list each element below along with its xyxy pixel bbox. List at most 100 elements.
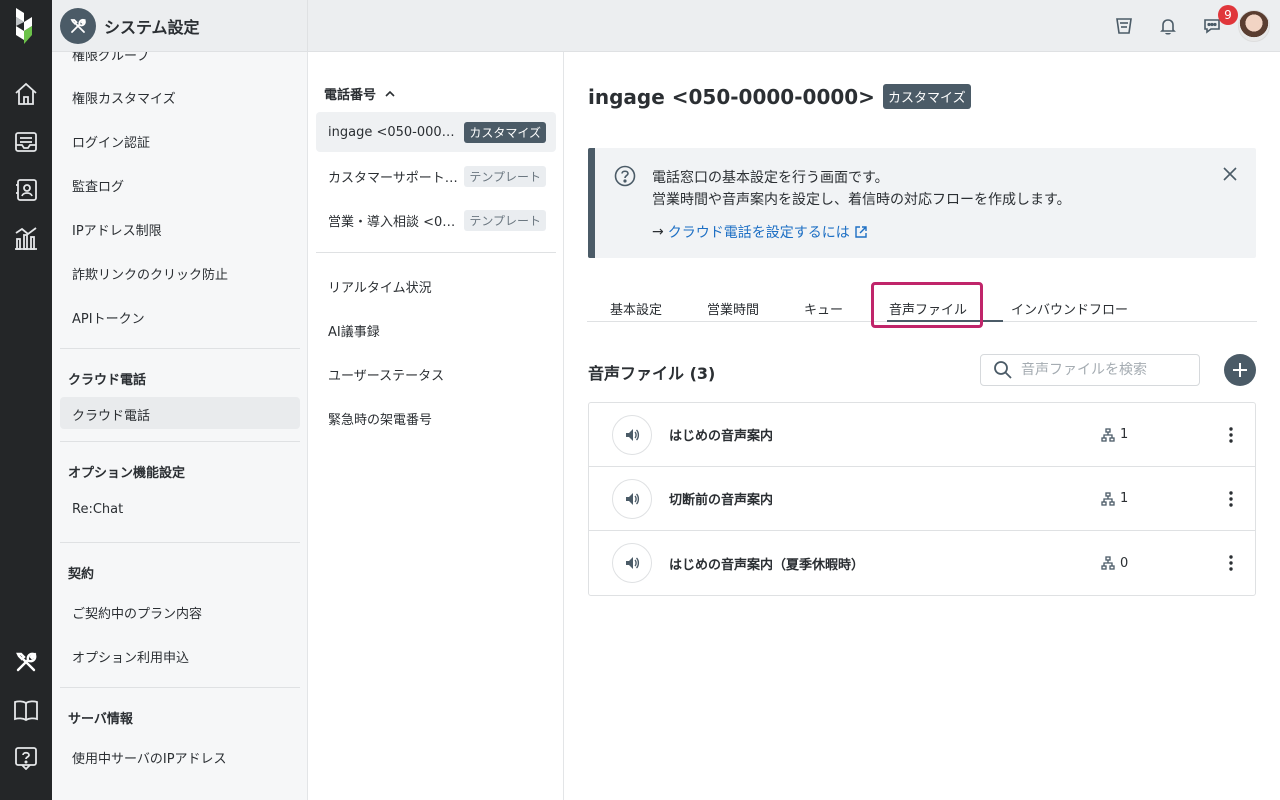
page-title: システム設定 [104, 18, 200, 37]
close-icon[interactable] [1222, 166, 1238, 182]
midcol-link-ai-minutes[interactable]: AI議事録 [328, 321, 380, 340]
speaker-icon[interactable] [612, 543, 652, 583]
whatsnew-icon[interactable] [1112, 14, 1136, 38]
search-icon [994, 361, 1012, 379]
sidebar-divider [60, 687, 300, 688]
audio-file-usage-count: 1 [1120, 491, 1129, 506]
main-title-tag: カスタマイズ [882, 84, 971, 109]
contacts-icon[interactable] [12, 176, 40, 204]
header-title-area: システム設定 [52, 0, 308, 52]
flow-usage-icon [1101, 556, 1115, 570]
midcol-link-realtime[interactable]: リアルタイム状況 [328, 277, 432, 296]
sidebar-item-audit-log[interactable]: 監査ログ [72, 176, 124, 195]
main-title: ingage <050-0000-0000> カスタマイズ [588, 84, 971, 109]
phone-row[interactable]: カスタマーサポート <050-0000-0001> テンプレート [316, 156, 556, 196]
analytics-icon[interactable] [12, 224, 40, 252]
tab-inbound-flow[interactable]: インバウンドフロー [1011, 299, 1128, 318]
help-icon[interactable] [12, 744, 40, 772]
phone-name: 営業・導入相談 <050-0000-0002> [328, 214, 460, 230]
speaker-icon[interactable] [612, 479, 652, 519]
sidebar-item-login-auth[interactable]: ログイン認証 [72, 132, 150, 151]
sidebar-item-plan[interactable]: ご契約中のプラン内容 [72, 603, 202, 622]
inbox-icon[interactable] [12, 128, 40, 156]
tab-basic-settings[interactable]: 基本設定 [610, 299, 662, 318]
sidebar-item-permission-customize[interactable]: 権限カスタマイズ [72, 88, 176, 107]
phone-number-heading[interactable]: 電話番号 [324, 84, 396, 103]
audio-file-row[interactable]: 切断前の音声案内 1 [589, 467, 1255, 531]
tab-business-hours[interactable]: 営業時間 [707, 299, 759, 318]
top-header: システム設定 [52, 0, 1280, 52]
sidebar-item-cloud-phone[interactable]: クラウド電話 [72, 405, 150, 424]
sidebar-item-option-apply[interactable]: オプション利用申込 [72, 647, 189, 666]
info-line-1: 電話窓口の基本設定を行う画面です。 [652, 170, 889, 186]
phone-row[interactable]: ingage <050-0000-0000> カスタマイズ [316, 112, 556, 152]
sidebar-item-phishing-protection[interactable]: 詐欺リンクのクリック防止 [72, 264, 228, 283]
sidebar-item-server-ip[interactable]: 使用中サーバのIPアドレス [72, 748, 227, 767]
sidebar-divider [60, 441, 300, 442]
tab-highlight-frame [871, 282, 983, 328]
more-vert-icon[interactable] [1225, 553, 1237, 573]
sidebar-heading-options: オプション機能設定 [68, 466, 186, 481]
audio-file-row[interactable]: はじめの音声案内（夏季休暇時） 0 [589, 531, 1255, 595]
section-title: 音声ファイル (3) [588, 364, 716, 383]
more-vert-icon[interactable] [1225, 489, 1237, 509]
sidebar-item-ip-restriction[interactable]: IPアドレス制限 [72, 220, 162, 239]
sidebar-divider [60, 348, 300, 349]
info-help-link-text[interactable]: クラウド電話を設定するには [668, 222, 850, 242]
sidebar-divider [60, 542, 300, 543]
add-audio-file-button[interactable] [1224, 354, 1256, 386]
search-input[interactable] [1021, 362, 1191, 378]
midcol-link-emergency[interactable]: 緊急時の架電番号 [328, 409, 432, 428]
sidebar-item-api-token[interactable]: APIトークン [72, 308, 145, 327]
midcol-link-user-status[interactable]: ユーザーステータス [328, 365, 444, 384]
audio-file-usage-count: 0 [1120, 555, 1129, 571]
midcol-divider [316, 252, 556, 253]
sidebar-heading-contract: 契約 [68, 567, 95, 582]
main-title-text: ingage <050-0000-0000> [588, 84, 875, 109]
manual-icon[interactable] [12, 696, 40, 724]
more-vert-icon[interactable] [1225, 425, 1237, 445]
notification-badge: 9 [1218, 5, 1238, 25]
main-content: ingage <050-0000-0000> カスタマイズ 電話窓口の基本設定を… [565, 52, 1280, 800]
phone-tag: テンプレート [464, 209, 546, 231]
audio-file-name: 切断前の音声案内 [669, 493, 774, 508]
phone-number-heading-label: 電話番号 [324, 88, 377, 103]
audio-file-usage: 1 [1101, 427, 1128, 442]
phone-number-column: 電話番号 ingage <050-0000-0000> カスタマイズ カスタマー… [308, 52, 564, 800]
flow-usage-icon [1101, 427, 1115, 442]
phone-row[interactable]: 営業・導入相談 <050-0000-0002> テンプレート [316, 200, 556, 240]
search-box[interactable] [980, 354, 1200, 386]
sidebar-item-rechat[interactable]: Re:Chat [72, 502, 123, 517]
phone-name: ingage <050-0000-0000> [328, 124, 460, 140]
settings-sidebar: 権限グループ 権限カスタマイズ ログイン認証 監査ログ IPアドレス制限 詐欺リ… [52, 52, 308, 800]
audio-file-row[interactable]: はじめの音声案内 1 [589, 403, 1255, 467]
audio-file-usage: 1 [1101, 491, 1128, 506]
user-avatar[interactable] [1238, 10, 1270, 42]
sidebar-heading-cloud-phone: クラウド電話 [68, 373, 147, 388]
flow-usage-icon [1101, 491, 1115, 506]
tab-queue[interactable]: キュー [804, 299, 843, 318]
info-line-2: 営業時間や音声案内を設定し、着信時の対応フローを作成します。 [652, 192, 1071, 208]
sidebar-heading-server: サーバ情報 [68, 712, 133, 727]
phone-tag: テンプレート [464, 165, 546, 187]
question-icon [614, 165, 636, 187]
speaker-icon[interactable] [612, 415, 652, 455]
home-icon[interactable] [12, 80, 40, 108]
plus-icon [1233, 363, 1247, 377]
app-rail [0, 0, 52, 800]
audio-file-usage-count: 1 [1120, 427, 1129, 442]
arrow-right-icon: → [652, 224, 664, 240]
audio-file-name: はじめの音声案内（夏季休暇時） [669, 557, 865, 573]
audio-file-usage: 0 [1101, 556, 1128, 571]
info-help-link[interactable]: → クラウド電話を設定するには [652, 222, 868, 242]
phone-name: カスタマーサポート <050-0000-0001> [328, 170, 460, 186]
external-link-icon [855, 226, 867, 238]
sidebar-item-permission-groups[interactable]: 権限グループ [72, 52, 149, 64]
chevron-up-icon [385, 90, 395, 97]
app-logo[interactable] [12, 8, 40, 44]
settings-tools-icon [60, 8, 96, 44]
info-box: 電話窓口の基本設定を行う画面です。 営業時間や音声案内を設定し、着信時の対応フロ… [588, 148, 1256, 258]
bell-icon[interactable] [1156, 14, 1180, 38]
audio-file-list: はじめの音声案内 1 切断前の音声案内 1 はじめの音声案内（夏季休暇時） 0 [588, 402, 1256, 596]
tools-icon[interactable] [12, 648, 40, 676]
